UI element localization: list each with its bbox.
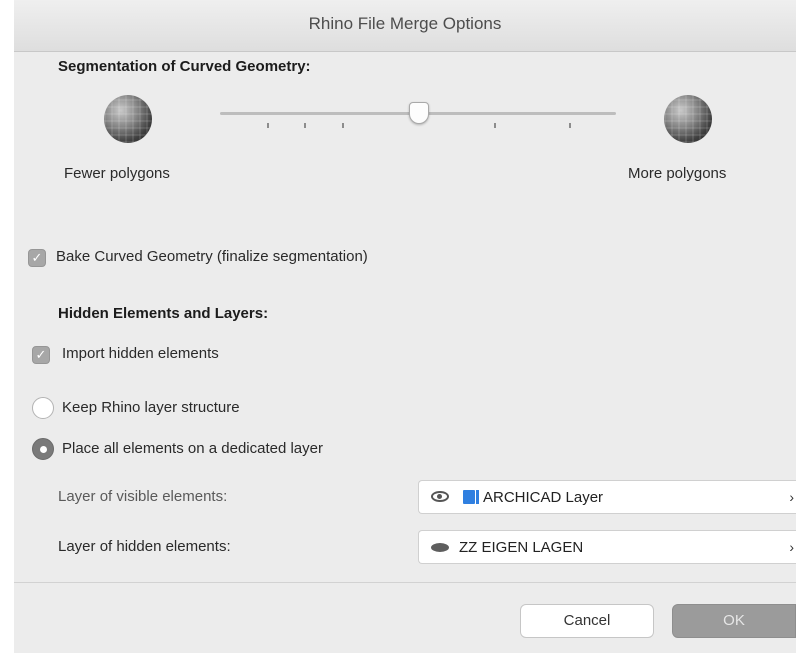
hidden-layer-value: ZZ EIGEN LAGEN — [459, 539, 584, 556]
bake-geometry-checkbox[interactable]: ✓ — [28, 249, 46, 267]
footer-divider — [14, 582, 796, 583]
eye-open-icon — [431, 491, 449, 502]
hidden-layer-label: Layer of hidden elements: — [58, 538, 231, 555]
bake-geometry-label: Bake Curved Geometry (finalize segmentat… — [56, 248, 368, 265]
fewer-polygons-label: Fewer polygons — [64, 165, 170, 182]
keep-layer-structure-label: Keep Rhino layer structure — [62, 399, 240, 416]
slider-tick — [342, 123, 344, 128]
window-title: Rhino File Merge Options — [308, 14, 502, 33]
hidden-layer-popup[interactable]: ZZ EIGEN LAGEN › — [418, 530, 796, 564]
layer-icon — [463, 490, 479, 504]
checkmark-icon: ✓ — [35, 347, 47, 362]
low-poly-sphere-icon — [104, 95, 152, 143]
chevron-right-icon: › — [789, 489, 794, 505]
ok-button[interactable]: OK — [672, 604, 796, 638]
visible-layer-value: ARCHICAD Layer — [483, 489, 604, 506]
high-poly-sphere-icon — [664, 95, 712, 143]
checkmark-icon: ✓ — [31, 250, 43, 265]
slider-tick — [494, 123, 496, 128]
chevron-right-icon: › — [789, 539, 794, 555]
merge-options-dialog: Rhino File Merge Options Segmentation of… — [14, 0, 796, 653]
visible-layer-popup[interactable]: ARCHICAD Layer › — [418, 480, 796, 514]
slider-tick — [304, 123, 306, 128]
segmentation-heading: Segmentation of Curved Geometry: — [58, 58, 311, 75]
slider-tick — [569, 123, 571, 128]
keep-layer-structure-radio[interactable] — [32, 397, 54, 419]
more-polygons-label: More polygons — [628, 165, 727, 182]
dedicated-layer-radio[interactable] — [32, 438, 54, 460]
visible-layer-label: Layer of visible elements: — [58, 488, 228, 505]
slider-tick — [267, 123, 269, 128]
import-hidden-checkbox[interactable]: ✓ — [32, 346, 50, 364]
import-hidden-label: Import hidden elements — [62, 345, 219, 362]
title-bar[interactable]: Rhino File Merge Options — [14, 0, 796, 52]
cancel-button[interactable]: Cancel — [520, 604, 654, 638]
hidden-elements-heading: Hidden Elements and Layers: — [58, 305, 269, 322]
eye-closed-icon — [431, 543, 449, 552]
dedicated-layer-label: Place all elements on a dedicated layer — [62, 440, 323, 457]
segmentation-slider-thumb[interactable] — [409, 102, 429, 124]
